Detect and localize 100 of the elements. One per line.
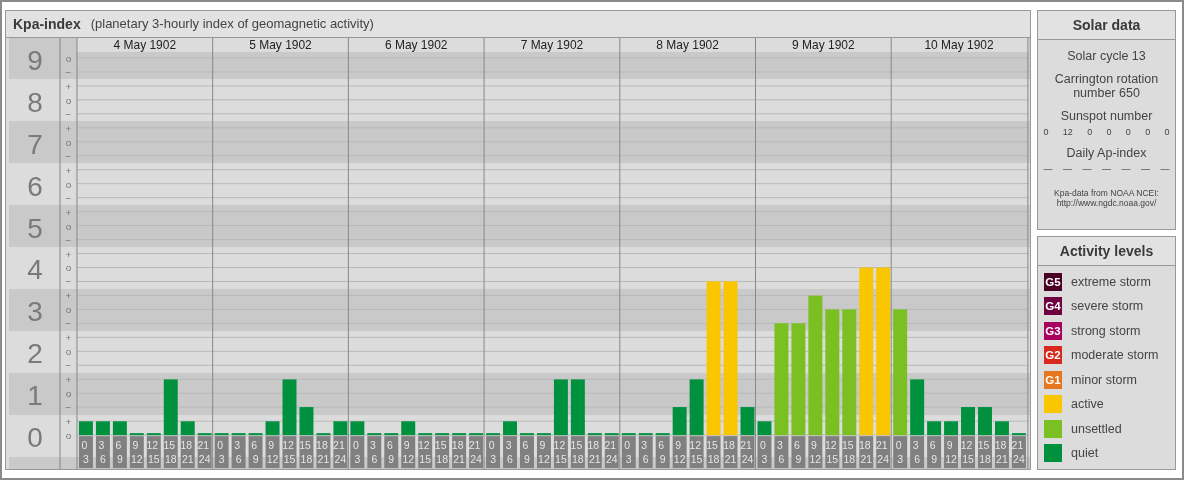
hour-range-label: 6 9 bbox=[791, 436, 806, 468]
sunspot-heading: Sunspot number bbox=[1060, 109, 1153, 123]
kp-bar bbox=[910, 379, 925, 436]
hour-range-label: 9 12 bbox=[129, 436, 144, 468]
x-tick-label: 9 12 bbox=[673, 440, 686, 466]
panel-title: Activity levels bbox=[1038, 237, 1175, 266]
hour-range-label: 15 18 bbox=[842, 436, 857, 468]
x-tick-label: 9 12 bbox=[945, 440, 958, 466]
hour-range-label: 0 3 bbox=[757, 436, 772, 468]
kp-bar bbox=[655, 433, 670, 436]
hour-range-label: 18 21 bbox=[180, 436, 195, 468]
hour-range-label: 9 12 bbox=[944, 436, 959, 468]
x-tick-label: 9 12 bbox=[266, 440, 279, 466]
x-tick-label: 18 21 bbox=[180, 440, 194, 466]
hour-range-label: 0 3 bbox=[78, 436, 93, 468]
solar-cycle-text: Solar cycle 13 bbox=[1067, 49, 1146, 63]
kp-axis-label: 6 bbox=[27, 170, 43, 202]
x-tick-label: 6 9 bbox=[522, 440, 531, 466]
kp-sublevel-label: o bbox=[65, 178, 72, 190]
hour-range-label: 0 3 bbox=[214, 436, 229, 468]
kp-bar bbox=[520, 433, 534, 436]
x-tick-label: 21 24 bbox=[333, 440, 347, 466]
kp-bar bbox=[638, 433, 653, 436]
kp-bar bbox=[570, 379, 585, 436]
ap-value: — bbox=[1121, 164, 1131, 174]
x-tick-label: 6 9 bbox=[386, 440, 395, 466]
level-label: quiet bbox=[1071, 446, 1099, 461]
kp-bar bbox=[486, 433, 501, 436]
x-tick-label: 0 3 bbox=[760, 440, 768, 466]
x-tick-label: 0 3 bbox=[488, 440, 497, 466]
storm-badge: G5 bbox=[1044, 272, 1062, 291]
kp-bar bbox=[604, 433, 619, 436]
hour-range-label: 0 3 bbox=[893, 436, 908, 468]
x-tick-label: 18 21 bbox=[587, 440, 601, 466]
x-tick-label: 3 6 bbox=[234, 440, 242, 466]
kp-bar bbox=[1011, 433, 1026, 436]
kp-axis-label: 8 bbox=[27, 86, 43, 118]
kp-bar bbox=[248, 433, 263, 436]
x-tick-label: 21 24 bbox=[740, 440, 754, 466]
hour-range-label: 18 21 bbox=[316, 436, 331, 468]
sunspot-value: 0 bbox=[1164, 127, 1170, 137]
kp-bar bbox=[689, 379, 704, 436]
hour-range-label: 21 24 bbox=[197, 436, 212, 468]
x-tick-label: 6 9 bbox=[929, 440, 938, 466]
x-tick-label: 6 9 bbox=[794, 440, 802, 466]
kp-axis-label: 3 bbox=[27, 296, 43, 328]
sunspot-value: 0 bbox=[1106, 127, 1112, 137]
kp-sublevel-label: o bbox=[65, 430, 72, 442]
x-tick-label: 0 3 bbox=[352, 440, 361, 466]
kp-sublevel-label: + bbox=[65, 374, 72, 386]
date-label: 6 May 1902 bbox=[384, 37, 448, 52]
hour-range-label: 21 24 bbox=[468, 436, 484, 468]
kp-bar bbox=[621, 433, 636, 436]
sunspot-value: 0 bbox=[1043, 127, 1049, 137]
kp-bar bbox=[214, 433, 229, 436]
x-tick-label: 15 18 bbox=[706, 440, 720, 466]
x-tick-label: 0 3 bbox=[624, 440, 632, 466]
hour-range-label: 6 9 bbox=[248, 436, 263, 468]
hour-range-label: 6 9 bbox=[384, 436, 399, 468]
kp-sublevel-label: o bbox=[65, 220, 72, 232]
kp-bar bbox=[418, 433, 433, 436]
hour-range-label: 12 15 bbox=[825, 436, 840, 468]
hour-range-label: 21 24 bbox=[875, 436, 891, 468]
kp-bar bbox=[536, 433, 551, 436]
x-tick-label: 12 15 bbox=[825, 440, 839, 466]
x-tick-label: 6 9 bbox=[251, 440, 259, 466]
date-label: 8 May 1902 bbox=[656, 37, 719, 52]
kp-bar bbox=[282, 379, 297, 436]
x-tick-label: 3 6 bbox=[98, 440, 106, 466]
kp-bar bbox=[401, 421, 416, 436]
level-label: moderate storm bbox=[1071, 348, 1159, 363]
x-tick-label: 21 24 bbox=[604, 440, 618, 466]
kp-bar bbox=[452, 433, 467, 436]
kp-axis-label: 9 bbox=[27, 44, 43, 76]
hour-range-label: 21 24 bbox=[1011, 436, 1026, 468]
x-tick-label: 6 9 bbox=[115, 440, 123, 466]
kp-axis-label: 2 bbox=[27, 338, 43, 370]
x-tick-label: 18 21 bbox=[994, 440, 1008, 466]
panel-title: Kpa-index bbox=[13, 15, 81, 32]
kp-bar bbox=[180, 421, 195, 436]
kp-bar bbox=[994, 421, 1009, 436]
hour-range-label: 15 18 bbox=[434, 436, 450, 468]
x-tick-label: 9 12 bbox=[402, 440, 415, 466]
x-tick-label: 15 18 bbox=[299, 440, 313, 466]
hour-range-label: 21 24 bbox=[333, 436, 348, 468]
kp-bar bbox=[299, 407, 314, 436]
x-tick-label: 21 24 bbox=[875, 440, 890, 466]
x-tick-label: 3 6 bbox=[641, 440, 649, 466]
hour-range-label: 0 3 bbox=[350, 436, 365, 468]
kp-sublevel-label: o bbox=[65, 346, 72, 358]
sunspot-value: 0 bbox=[1145, 127, 1151, 137]
storm-badge: G2 bbox=[1044, 346, 1062, 365]
hour-range-label: 18 21 bbox=[858, 436, 874, 468]
kp-sublevel-label: o bbox=[65, 94, 72, 106]
hour-range-label: 6 9 bbox=[655, 436, 670, 468]
hour-range-label: 0 3 bbox=[486, 436, 501, 468]
date-label: 7 May 1902 bbox=[520, 37, 584, 52]
hour-range-label: 6 9 bbox=[927, 436, 942, 468]
hour-range-label: 12 15 bbox=[960, 436, 975, 468]
kp-sublevel-label: + bbox=[65, 80, 72, 92]
